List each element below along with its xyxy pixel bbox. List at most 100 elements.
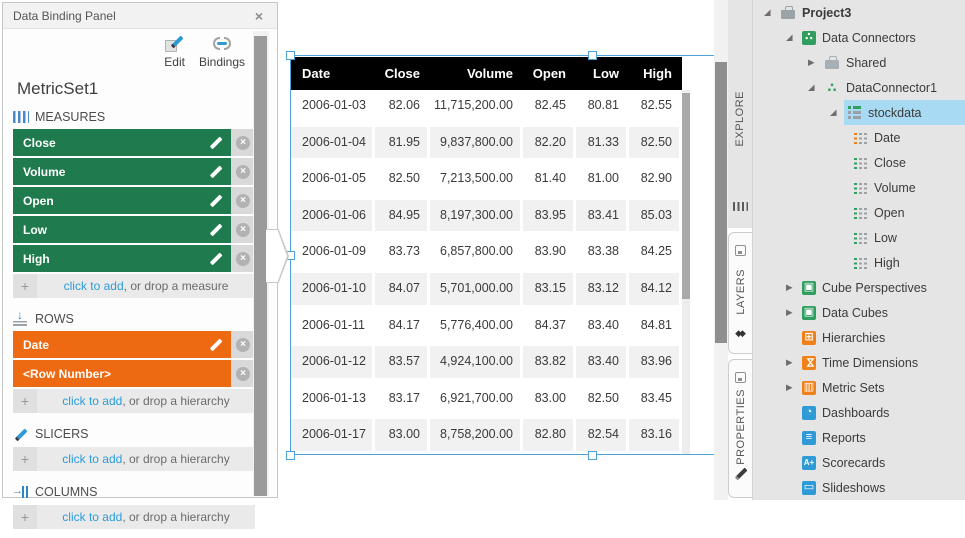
add-row-rows[interactable]: +click to add, or drop a hierarchy (13, 389, 255, 413)
pill-high[interactable]: High (13, 245, 231, 272)
table-row[interactable]: 2006-01-0481.959,837,800.0082.2081.3382.… (290, 127, 682, 164)
tree-item-low[interactable]: Low (753, 225, 965, 250)
tree-item-time-dimensions[interactable]: ▶⋈Time Dimensions (753, 350, 965, 375)
pill-date[interactable]: Date (13, 331, 231, 358)
column-header-close[interactable]: Close (375, 57, 430, 90)
pill-edit-pencil-icon[interactable] (209, 165, 223, 179)
table-scrollbar-thumb[interactable] (682, 93, 690, 299)
canvas-scrollbar[interactable] (714, 0, 728, 500)
tree-item-data-cubes[interactable]: ▶▣Data Cubes (753, 300, 965, 325)
column-header-low[interactable]: Low (576, 57, 629, 90)
pill-edit-pencil-icon[interactable] (209, 338, 223, 352)
column-header-open[interactable]: Open (523, 57, 576, 90)
tab-explore[interactable]: EXPLORE (728, 0, 752, 228)
edit-button[interactable]: Edit (164, 35, 185, 69)
table-row[interactable]: 2006-01-1383.176,921,700.0083.0082.5083.… (290, 383, 682, 420)
column-header-date[interactable]: Date (290, 57, 375, 90)
tree-item-close[interactable]: Close (753, 150, 965, 175)
pill--row-number-[interactable]: <Row Number> (13, 360, 231, 387)
expander-collapsed-icon[interactable]: ▶ (784, 382, 800, 393)
table-row[interactable]: 2006-01-1084.075,701,000.0083.1583.1284.… (290, 273, 682, 310)
expander-expanded-icon[interactable]: ◢ (806, 82, 822, 93)
table-scrollbar[interactable] (682, 90, 690, 455)
table-cell: 2006-01-04 (290, 127, 375, 164)
tab-layers[interactable]: LAYERS◆◆ (728, 232, 752, 354)
pill-remove-button[interactable]: × (231, 187, 255, 214)
table-row[interactable]: 2006-01-1783.008,758,200.0082.8082.5483.… (290, 419, 682, 456)
expander-expanded-icon[interactable]: ◢ (828, 107, 844, 118)
panel-scrollbar-thumb[interactable] (254, 36, 267, 496)
tree-item-shared[interactable]: ▶Shared (753, 50, 965, 75)
tree-item-project3[interactable]: ◢Project3 (753, 0, 965, 25)
table-row[interactable]: 2006-01-1184.175,776,400.0084.3783.4084.… (290, 310, 682, 347)
pill-volume[interactable]: Volume (13, 158, 231, 185)
tree-item-high[interactable]: High (753, 250, 965, 275)
metricsets-icon: ▥ (802, 381, 816, 395)
tree-item-scorecards[interactable]: A+Scorecards (753, 450, 965, 475)
resize-handle-top-left[interactable] (286, 51, 295, 60)
pill-edit-pencil-icon[interactable] (209, 252, 223, 266)
resize-handle-bottom-left[interactable] (286, 451, 295, 460)
pill-edit-pencil-icon[interactable] (209, 194, 223, 208)
expander-expanded-icon[interactable]: ◢ (762, 7, 778, 18)
tab-properties[interactable]: PROPERTIES (728, 359, 752, 498)
pill-open[interactable]: Open (13, 187, 231, 214)
table-row[interactable]: 2006-01-0582.507,213,500.0081.4081.0082.… (290, 163, 682, 200)
table-row[interactable]: 2006-01-0983.736,857,800.0083.9083.3884.… (290, 236, 682, 273)
canvas-scrollbar-thumb[interactable] (715, 62, 727, 343)
add-row-slicers[interactable]: +click to add, or drop a hierarchy (13, 447, 255, 471)
tree-item-metric-sets[interactable]: ▶▥Metric Sets (753, 375, 965, 400)
expander-collapsed-icon[interactable]: ▶ (784, 307, 800, 318)
close-icon[interactable]: × (255, 9, 263, 23)
shared-folder-icon (824, 55, 840, 70)
resize-handle-bottom-middle[interactable] (588, 451, 597, 460)
pill-edit-pencil-icon[interactable] (209, 223, 223, 237)
column-header-volume[interactable]: Volume (430, 57, 523, 90)
pill-edit-pencil-icon[interactable] (209, 136, 223, 150)
design-canvas[interactable]: DateCloseVolumeOpenLowHigh2006-01-0382.0… (279, 0, 714, 500)
expander-collapsed-icon[interactable]: ▶ (806, 57, 822, 68)
click-to-add-link[interactable]: click to add (62, 510, 122, 524)
pill-low[interactable]: Low (13, 216, 231, 243)
tab-bottom: ◆◆ (733, 323, 749, 341)
table-row[interactable]: 2006-01-0684.958,197,300.0083.9583.4185.… (290, 200, 682, 237)
tree-item-date[interactable]: Date (753, 125, 965, 150)
tree-item-dataconnector1[interactable]: ◢∴DataConnector1 (753, 75, 965, 100)
stock-data-table[interactable]: DateCloseVolumeOpenLowHigh2006-01-0382.0… (290, 57, 682, 456)
tree-item-reports[interactable]: ≡Reports (753, 425, 965, 450)
column-header-high[interactable]: High (629, 57, 682, 90)
table-row[interactable]: 2006-01-1283.574,924,100.0083.8283.4083.… (290, 346, 682, 383)
tree-item-volume[interactable]: Volume (753, 175, 965, 200)
pill-remove-button[interactable]: × (231, 360, 255, 387)
tree-item-dashboards[interactable]: ◔Dashboards (753, 400, 965, 425)
pill-remove-button[interactable]: × (231, 158, 255, 185)
expander-expanded-icon[interactable]: ◢ (784, 32, 800, 43)
click-to-add-link[interactable]: click to add (62, 452, 122, 466)
tree-item-data-connectors[interactable]: ◢∴Data Connectors (753, 25, 965, 50)
expander-collapsed-icon[interactable]: ▶ (784, 357, 800, 368)
bindings-link-icon (213, 35, 231, 52)
pill-remove-button[interactable]: × (231, 216, 255, 243)
expander-collapsed-icon[interactable]: ▶ (784, 282, 800, 293)
click-to-add-link[interactable]: click to add (62, 394, 122, 408)
bindings-button[interactable]: Bindings (199, 35, 245, 69)
data-binding-panel: Data Binding Panel × Edit Bindings Metri… (2, 2, 278, 498)
pill-remove-button[interactable]: × (231, 331, 255, 358)
add-plus-icon: + (13, 447, 37, 471)
table-cell: 83.73 (375, 236, 430, 273)
pill-label: <Row Number> (23, 367, 111, 381)
tree-item-slideshows[interactable]: ▭Slideshows (753, 475, 965, 500)
resize-handle-top-middle[interactable] (588, 51, 597, 60)
add-row-measures[interactable]: +click to add, or drop a measure (13, 274, 255, 298)
pill-close[interactable]: Close (13, 129, 231, 156)
tree-item-content: ≡Reports (800, 425, 965, 450)
table-row[interactable]: 2006-01-0382.0611,715,200.0082.4580.8182… (290, 90, 682, 127)
pill-remove-button[interactable]: × (231, 129, 255, 156)
pill-remove-button[interactable]: × (231, 245, 255, 272)
click-to-add-link[interactable]: click to add (64, 279, 124, 293)
tree-item-hierarchies[interactable]: ⊞Hierarchies (753, 325, 965, 350)
tree-item-open[interactable]: Open (753, 200, 965, 225)
tree-item-stockdata[interactable]: ◢stockdata (753, 100, 965, 125)
add-row-columns[interactable]: +click to add, or drop a hierarchy (13, 505, 255, 529)
tree-item-cube-perspectives[interactable]: ▶▣Cube Perspectives (753, 275, 965, 300)
